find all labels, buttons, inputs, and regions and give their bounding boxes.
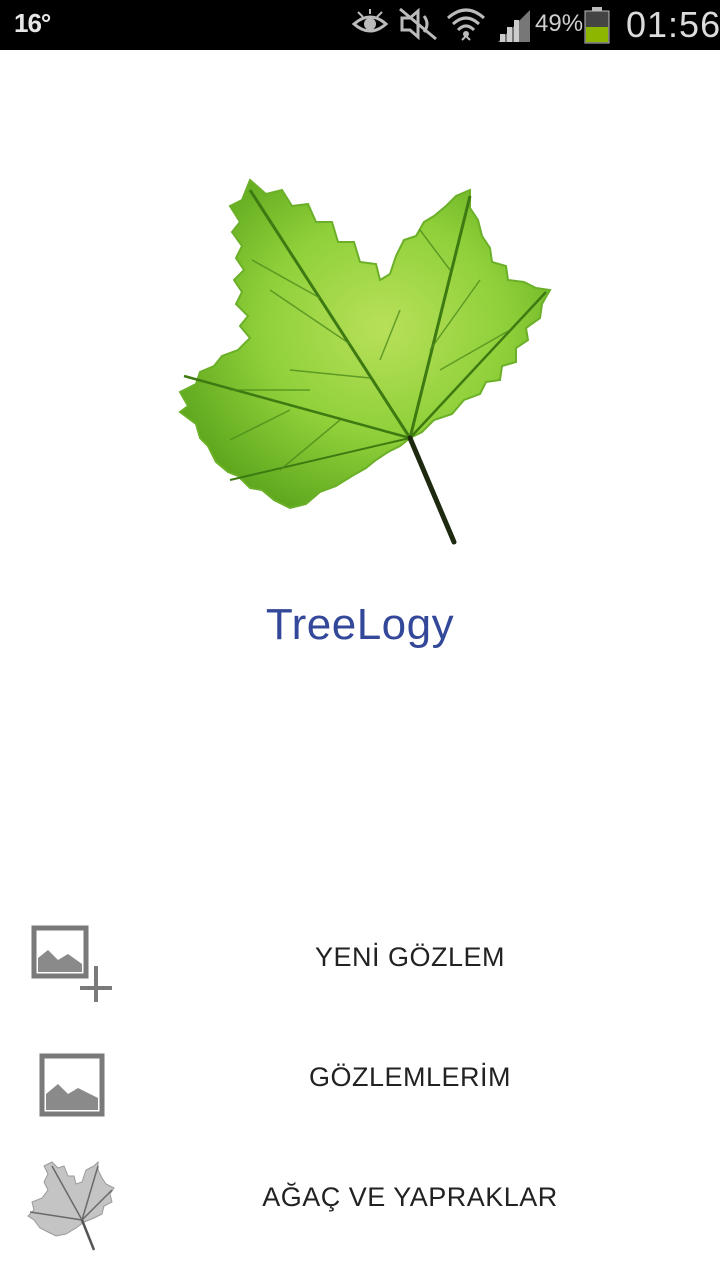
leaf-logo xyxy=(170,170,560,555)
menu-item-trees-and-leaves[interactable]: AĞAÇ VE YAPRAKLAR xyxy=(0,1144,720,1254)
eye-icon xyxy=(351,6,389,47)
menu-label-trees-and-leaves: AĞAÇ VE YAPRAKLAR xyxy=(262,1182,558,1212)
add-image-icon xyxy=(22,914,122,1004)
menu-label-new-observation: YENİ GÖZLEM xyxy=(314,942,506,972)
wifi-icon xyxy=(446,6,486,49)
leaf-icon xyxy=(22,1154,122,1251)
menu-label-my-observations: GÖZLEMLERİM xyxy=(308,1062,512,1092)
app-title: TreeLogy xyxy=(265,600,455,649)
mute-icon xyxy=(398,6,438,47)
battery-icon xyxy=(584,6,610,49)
clock-time: 01:56 xyxy=(626,4,720,45)
temperature-text: 16° xyxy=(14,8,51,38)
signal-icon xyxy=(496,6,532,47)
menu-item-my-observations[interactable]: GÖZLEMLERİM xyxy=(0,1024,720,1134)
menu-item-new-observation[interactable]: YENİ GÖZLEM xyxy=(0,904,720,1014)
status-bar: 16° 49% 01:56 xyxy=(0,0,720,50)
battery-percent: 49% xyxy=(535,10,584,37)
image-icon xyxy=(22,1034,122,1124)
